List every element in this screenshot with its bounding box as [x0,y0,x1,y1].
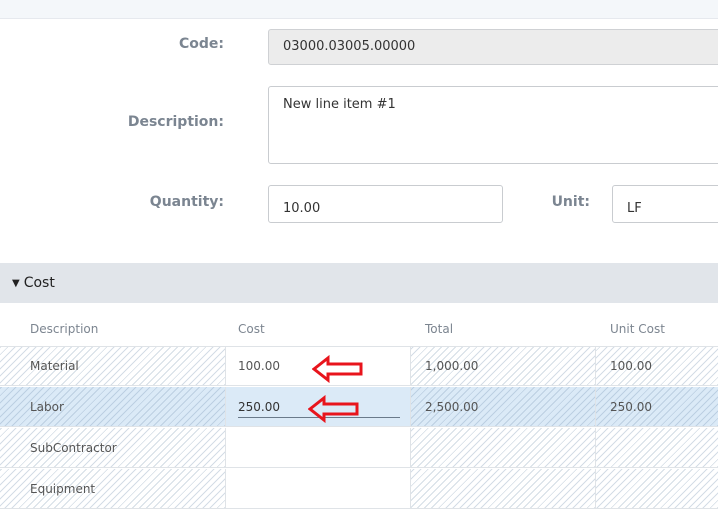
row-description: Labor [0,387,226,426]
row-description: Material [0,347,226,385]
cost-section-header[interactable]: ▼ Cost [0,263,718,303]
cost-section-title: Cost [23,275,55,291]
row-unit-cost: 250.00 [596,387,718,426]
row-cost[interactable] [226,469,411,508]
table-row-subcontractor[interactable]: SubContractor [0,428,718,468]
row-unit-cost [596,428,718,467]
description-textarea[interactable]: New line item #1 [268,86,718,164]
description-label: Description: [127,114,224,130]
row-total: 1,000.00 [411,347,596,385]
row-unit-cost: 100.00 [596,347,718,385]
header-description[interactable]: Description [30,322,98,336]
unit-label: Unit: [551,194,590,210]
row-total [411,469,596,508]
arrow-left-icon [312,355,363,383]
row-total: 2,500.00 [411,387,596,426]
row-cost[interactable] [226,428,411,467]
row-description: SubContractor [0,428,226,467]
arrow-left-icon [308,395,359,423]
header-unit-cost[interactable]: Unit Cost [610,322,665,336]
code-field: 03000.03005.00000 [268,29,718,65]
cost-value[interactable]: 100.00 [238,359,280,373]
code-label: Code: [178,36,224,52]
row-unit-cost [596,469,718,508]
triangle-down-icon[interactable]: ▼ [12,278,20,289]
table-row-equipment[interactable]: Equipment [0,469,718,509]
quantity-field[interactable]: 10.00 [268,185,503,223]
unit-field[interactable]: LF [612,185,718,223]
header-total[interactable]: Total [425,322,453,336]
header-cost[interactable]: Cost [238,322,265,336]
quantity-label: Quantity: [149,194,224,210]
top-strip [0,0,718,19]
row-description: Equipment [0,469,226,508]
row-total [411,428,596,467]
